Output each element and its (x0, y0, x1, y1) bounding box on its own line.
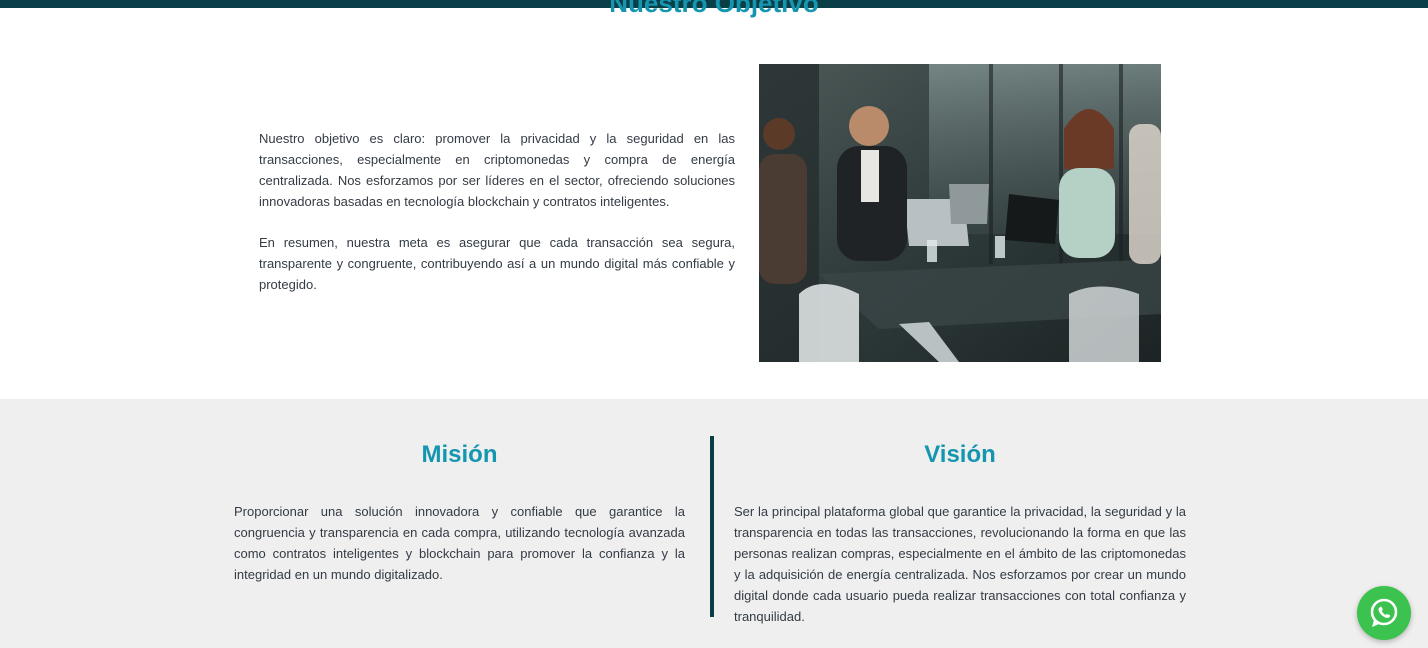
vision-text: Ser la principal plataforma global que g… (734, 504, 1186, 624)
mission-text: Proporcionar una solución innovadora y c… (234, 504, 685, 582)
objective-paragraph: Nuestro objetivo es claro: promover la p… (259, 131, 735, 209)
objective-paragraph: En resumen, nuestra meta es asegurar que… (259, 235, 735, 292)
mission-title: Misión (421, 441, 498, 468)
objective-title: Nuestro Objetivo (609, 0, 819, 18)
whatsapp-icon (1370, 598, 1398, 627)
mission-vision-section: Misión Proporcionar una solución innovad… (0, 399, 1428, 648)
meeting-photo (759, 64, 1161, 362)
whatsapp-button[interactable] (1357, 586, 1411, 640)
column-divider (710, 436, 714, 617)
vision-title: Visión (924, 441, 996, 468)
objective-text: Nuestro objetivo es claro: promover la p… (259, 128, 735, 315)
